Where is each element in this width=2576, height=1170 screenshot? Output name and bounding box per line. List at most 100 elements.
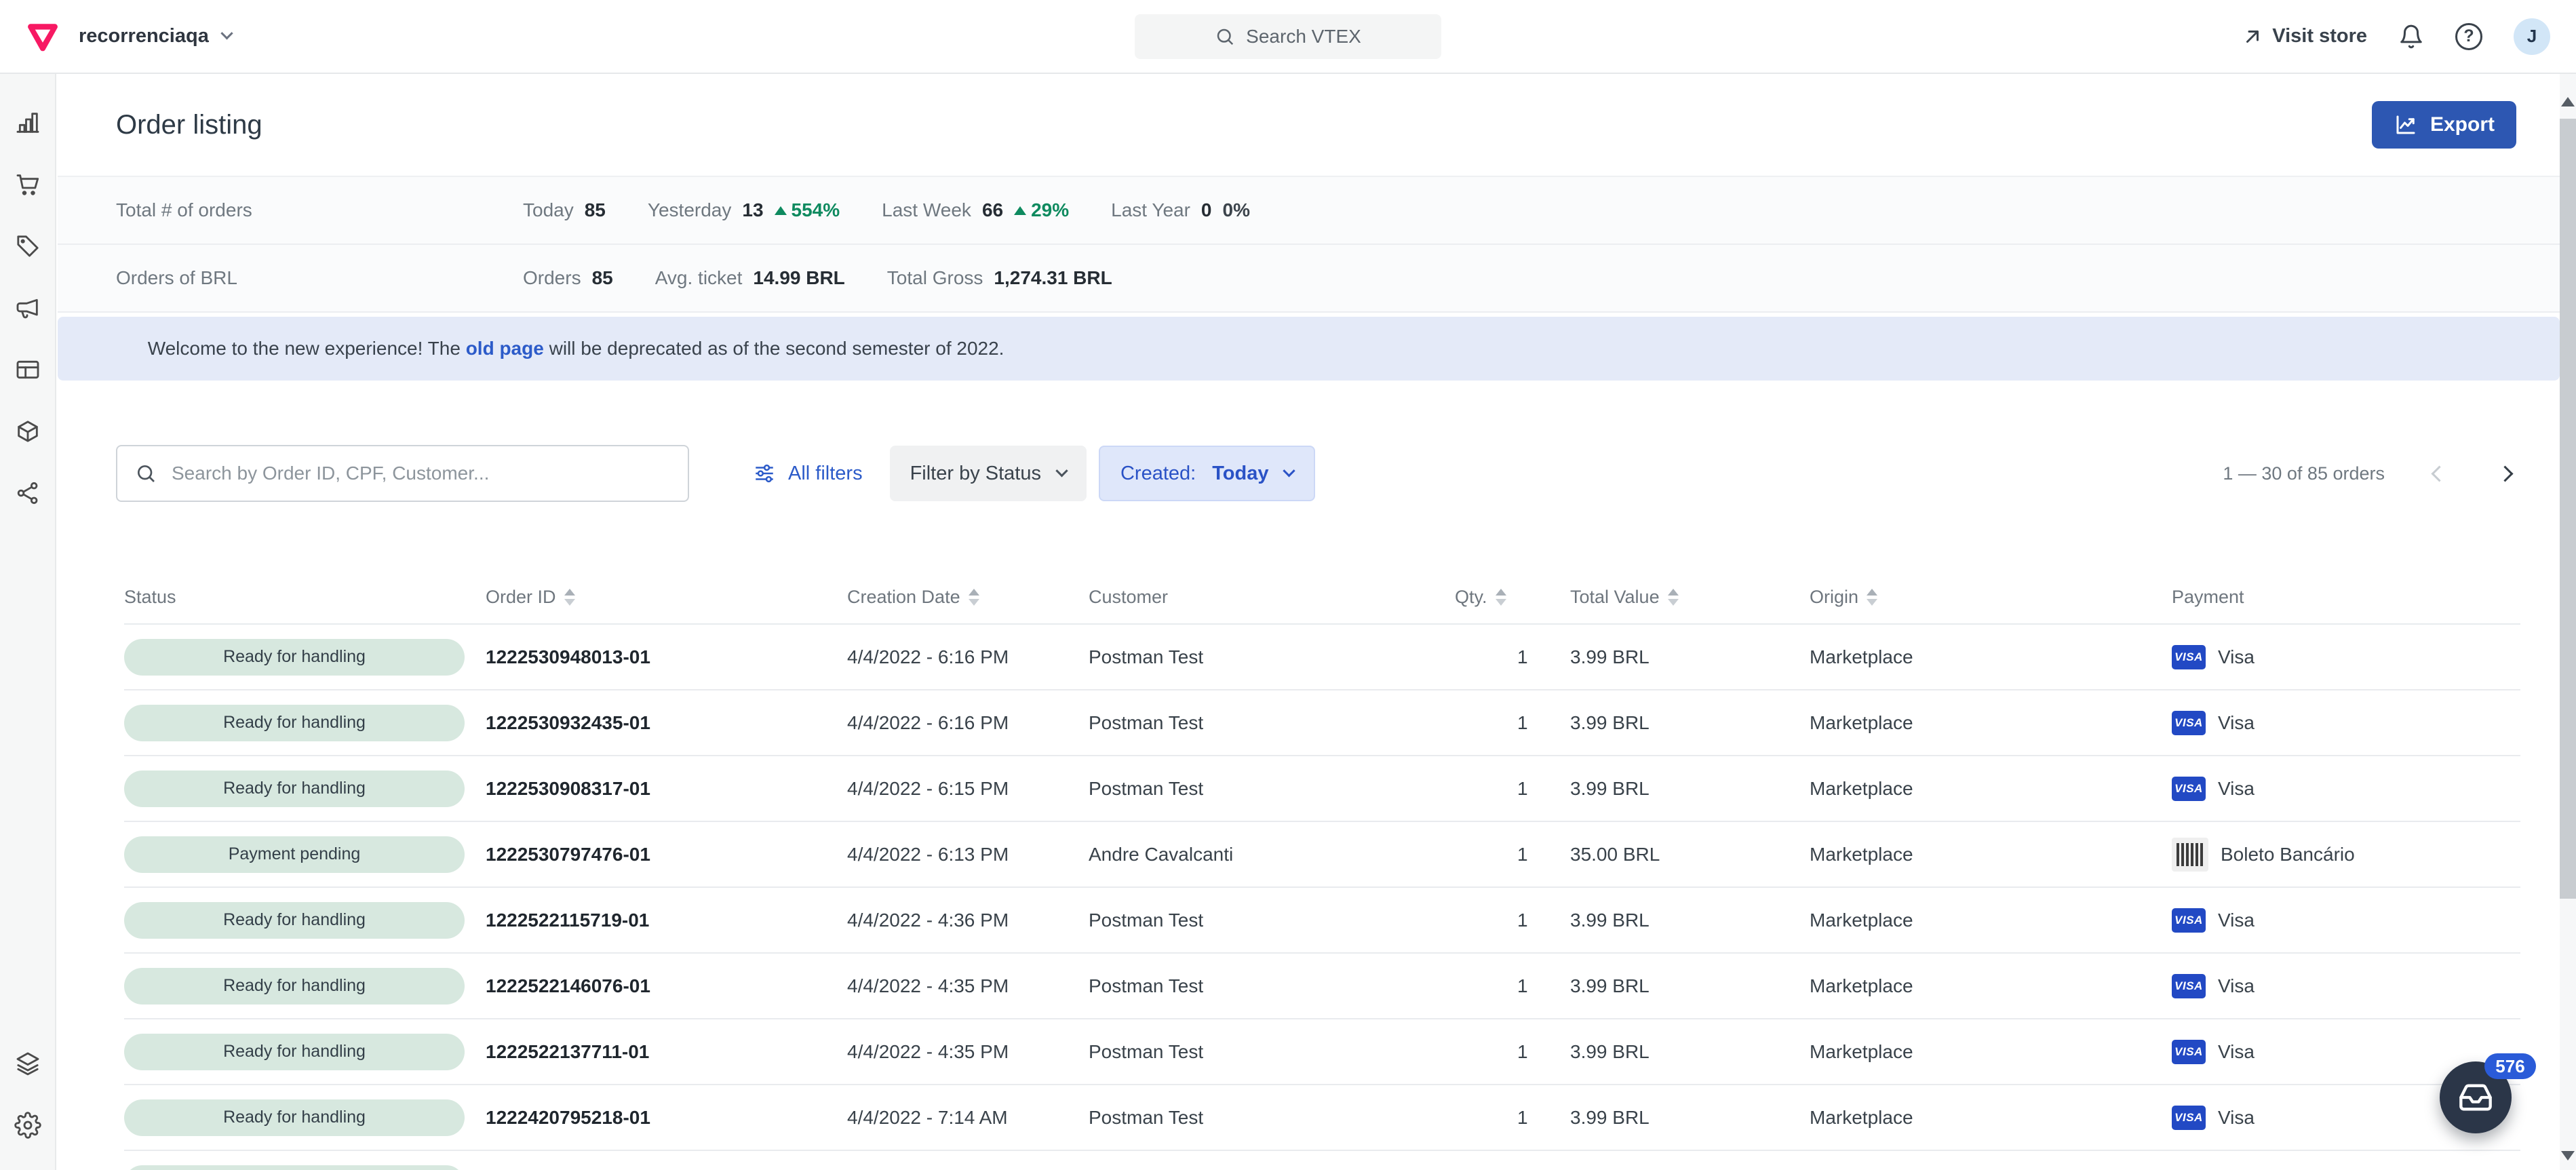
stats-row-brl: Orders of BRL Orders 85 Avg. ticket 14.9… xyxy=(58,245,2560,313)
help-button[interactable] xyxy=(2455,23,2482,50)
old-page-link[interactable]: old page xyxy=(466,338,544,359)
table-row[interactable]: Ready for handling 1222522137711-01 4/4/… xyxy=(124,1019,2520,1085)
column-header-order-id[interactable]: Order ID xyxy=(486,587,847,608)
column-header-qty[interactable]: Qty. xyxy=(1455,587,1570,608)
total-value-cell: 3.99 BRL xyxy=(1570,1107,1810,1129)
chevron-down-icon xyxy=(1283,465,1295,477)
package-icon[interactable] xyxy=(14,418,41,445)
floating-inbox-button[interactable]: 576 xyxy=(2440,1061,2512,1133)
layers-icon[interactable] xyxy=(14,1050,41,1077)
sort-icon xyxy=(1867,589,1877,606)
share-network-icon[interactable] xyxy=(14,480,41,507)
chevron-down-icon xyxy=(220,27,233,39)
table-row[interactable]: Ready for handling 1222530908317-01 4/4/… xyxy=(124,756,2520,822)
column-header-total-value[interactable]: Total Value xyxy=(1570,587,1810,608)
column-header-origin[interactable]: Origin xyxy=(1810,587,2172,608)
total-value-cell: 3.99 BRL xyxy=(1570,910,1810,931)
table-row[interactable]: Ready for handling 1222420795218-01 4/4/… xyxy=(124,1085,2520,1151)
table-body: Ready for handling 1222530948013-01 4/4/… xyxy=(124,625,2520,1170)
payment-cell: VISA Visa xyxy=(2172,711,2520,735)
megaphone-icon[interactable] xyxy=(14,294,41,321)
creation-date-cell: 4/4/2022 - 6:16 PM xyxy=(847,712,1089,734)
origin-cell: Marketplace xyxy=(1810,712,2172,734)
all-filters-button[interactable]: All filters xyxy=(753,462,863,485)
metric-last-year: Last Year 0 0% xyxy=(1111,199,1250,221)
trend-up-badge: 29% xyxy=(1014,199,1069,221)
pagination-next-button[interactable] xyxy=(2494,463,2516,485)
notifications-button[interactable] xyxy=(2398,24,2424,50)
payment-cell: VISA Visa xyxy=(2172,1040,2520,1064)
avatar[interactable]: J xyxy=(2514,18,2550,55)
bar-chart-icon[interactable] xyxy=(14,109,41,136)
table-row[interactable]: Ready for handling 1222522146076-01 4/4/… xyxy=(124,954,2520,1019)
deprecation-banner: Welcome to the new experience! The old p… xyxy=(58,317,2560,381)
page-scrollbar[interactable] xyxy=(2560,74,2576,1170)
payment-label: Visa xyxy=(2218,646,2255,668)
storefront-layout-icon[interactable] xyxy=(14,356,41,383)
pagination-prev-button[interactable] xyxy=(2428,463,2451,485)
order-search-input[interactable] xyxy=(170,462,670,485)
creation-date-cell: 4/4/2022 - 6:16 PM xyxy=(847,646,1089,668)
payment-method-icon xyxy=(2172,838,2208,872)
gear-icon[interactable] xyxy=(14,1112,41,1139)
total-value-cell: 3.99 BRL xyxy=(1570,712,1810,734)
total-value-cell: 3.99 BRL xyxy=(1570,778,1810,800)
order-id-cell: 1222530908317-01 xyxy=(486,778,847,800)
origin-cell: Marketplace xyxy=(1810,844,2172,865)
customer-cell: Postman Test xyxy=(1089,975,1455,997)
global-search[interactable]: Search VTEX xyxy=(1135,14,1441,59)
column-header-creation-date[interactable]: Creation Date xyxy=(847,587,1089,608)
column-header-customer: Customer xyxy=(1089,587,1455,608)
stats-row-orders: Total # of orders Today 85 Yesterday 13 … xyxy=(58,177,2560,245)
scrollbar-thumb[interactable] xyxy=(2560,119,2576,899)
scroll-down-arrow-icon[interactable] xyxy=(2561,1151,2575,1161)
topbar: recorrenciaqa Search VTEX Visit store J xyxy=(0,0,2576,74)
scroll-up-arrow-icon[interactable] xyxy=(2561,97,2575,106)
total-value-cell: 3.99 BRL xyxy=(1570,1041,1810,1063)
payment-method-icon: VISA xyxy=(2172,711,2206,735)
column-header-status: Status xyxy=(124,587,486,608)
payment-cell: VISA Visa xyxy=(2172,974,2520,998)
created-filter-dropdown[interactable]: Created: Today xyxy=(1099,446,1315,501)
customer-cell: Postman Test xyxy=(1089,712,1455,734)
table-row[interactable]: Ready for handling 1222530932435-01 4/4/… xyxy=(124,690,2520,756)
payment-method-icon: VISA xyxy=(2172,908,2206,933)
qty-cell: 1 xyxy=(1455,975,1570,997)
order-search-box[interactable] xyxy=(116,445,689,502)
account-name: recorrenciaqa xyxy=(79,25,209,47)
status-badge: Ready for handling xyxy=(124,968,465,1005)
tag-icon[interactable] xyxy=(14,233,41,260)
status-badge: Ready for handling xyxy=(124,902,465,939)
status-badge: Ready for handling xyxy=(124,639,465,676)
created-filter-prefix: Created: xyxy=(1120,463,1196,485)
visit-store-button[interactable]: Visit store xyxy=(2242,25,2367,47)
creation-date-cell: 4/4/2022 - 4:36 PM xyxy=(847,910,1089,931)
chevron-left-icon xyxy=(2431,465,2447,482)
account-switcher[interactable]: recorrenciaqa xyxy=(79,25,231,47)
order-id-cell: 1222530948013-01 xyxy=(486,646,847,668)
table-row[interactable]: Ready for handling 1222522115719-01 4/4/… xyxy=(124,888,2520,954)
all-filters-label: All filters xyxy=(788,463,863,485)
vtex-logo-icon[interactable] xyxy=(26,20,60,54)
shopping-cart-icon[interactable] xyxy=(14,171,41,198)
line-chart-icon xyxy=(2394,113,2418,137)
status-filter-dropdown[interactable]: Filter by Status xyxy=(890,446,1087,501)
sort-icon xyxy=(1668,589,1679,606)
export-button[interactable]: Export xyxy=(2372,101,2516,149)
payment-label: Boleto Bancário xyxy=(2221,844,2355,865)
table-row[interactable]: Payment pending 1222530797476-01 4/4/202… xyxy=(124,822,2520,888)
table-row[interactable]: Ready for handling xyxy=(124,1151,2520,1170)
page-header: Order listing Export xyxy=(58,74,2560,176)
column-header-payment: Payment xyxy=(2172,587,2520,608)
help-icon xyxy=(2455,23,2482,50)
order-id-cell: 1222530932435-01 xyxy=(486,712,847,734)
table-row[interactable]: Ready for handling 1222530948013-01 4/4/… xyxy=(124,625,2520,690)
sort-icon xyxy=(969,589,979,606)
origin-cell: Marketplace xyxy=(1810,646,2172,668)
orders-table: StatusOrder IDCreation DateCustomerQty.T… xyxy=(58,570,2560,1170)
banner-text: will be deprecated as of the second seme… xyxy=(544,338,1004,359)
topbar-actions: Visit store J xyxy=(2242,18,2550,55)
order-id-cell: 1222522115719-01 xyxy=(486,910,847,931)
status-badge: Ready for handling xyxy=(124,1099,465,1136)
inbox-icon xyxy=(2458,1080,2493,1115)
